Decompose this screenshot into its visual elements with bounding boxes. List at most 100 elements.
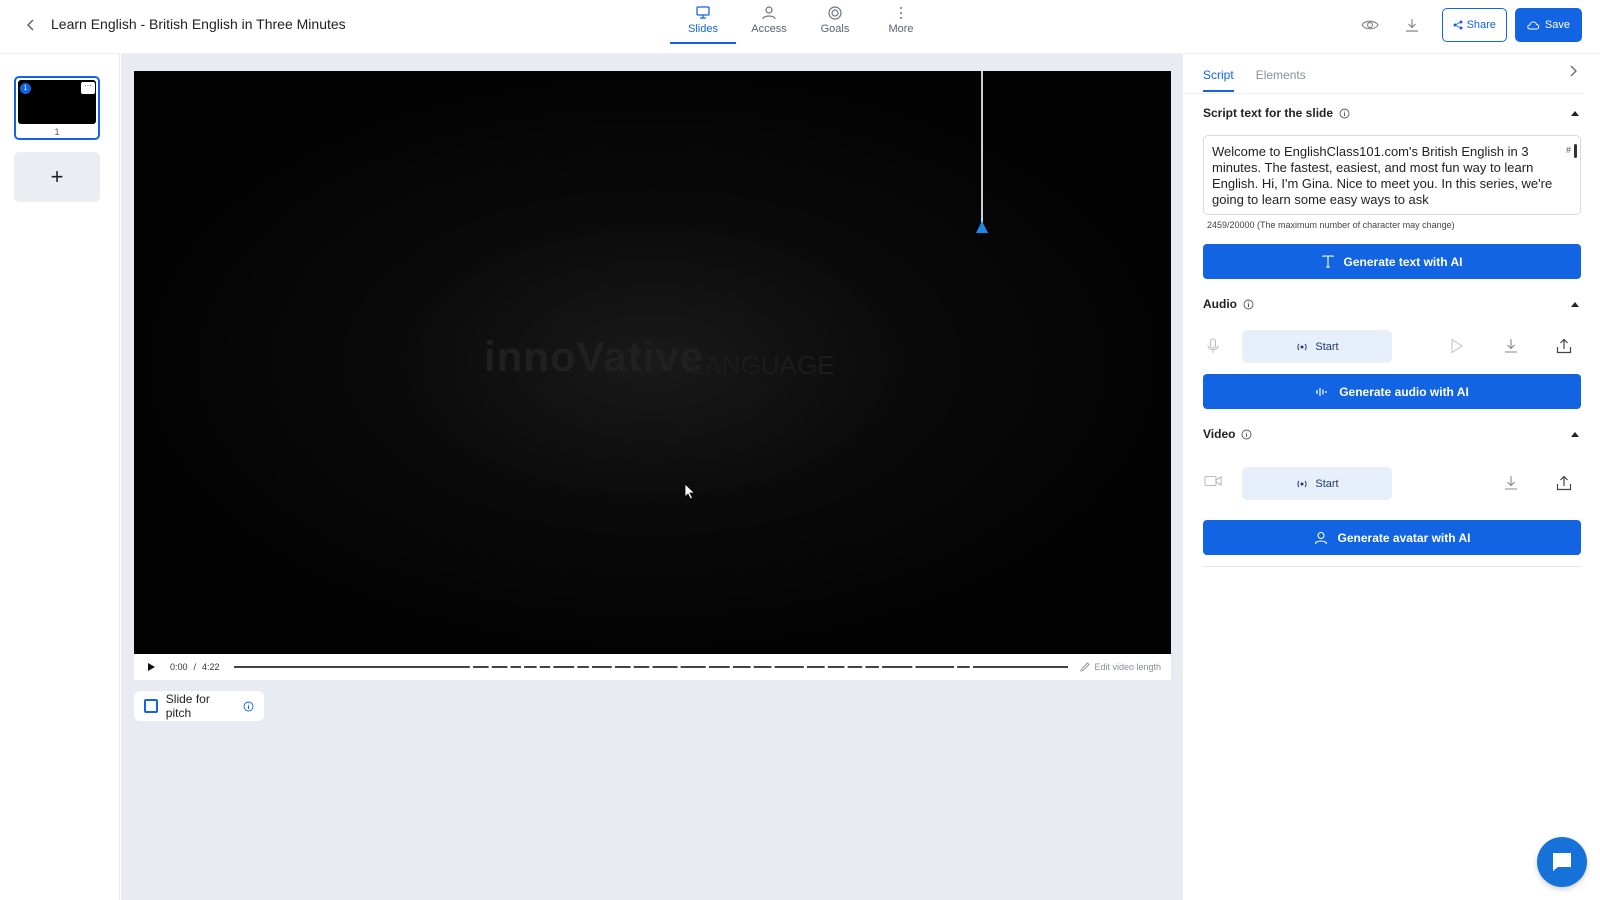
- upload-icon[interactable]: [1556, 475, 1572, 491]
- panel-tabs: Script Elements: [1203, 68, 1328, 92]
- scrollbar[interactable]: [1574, 144, 1577, 158]
- save-button[interactable]: Save: [1514, 8, 1582, 42]
- slides-panel: 1 ··· 1 +: [0, 54, 120, 900]
- pendulum-string: [981, 71, 983, 223]
- tab-slides-label: Slides: [688, 23, 718, 35]
- download-icon[interactable]: [1504, 475, 1518, 491]
- generate-avatar-label: Generate avatar with AI: [1337, 530, 1471, 545]
- panel-divider: [1203, 566, 1581, 567]
- preview-button[interactable]: [1354, 8, 1386, 42]
- upload-icon[interactable]: [1556, 338, 1572, 354]
- current-time: 0:00: [170, 662, 188, 672]
- download-button[interactable]: [1396, 8, 1428, 42]
- slide-thumbnail[interactable]: 1 ··· 1: [14, 76, 100, 140]
- edit-video-length-button[interactable]: Edit video length: [1080, 662, 1161, 672]
- duration: 4:22: [202, 662, 220, 672]
- info-icon[interactable]: [1241, 429, 1252, 440]
- play-button[interactable]: [144, 660, 158, 674]
- slide-for-pitch-checkbox[interactable]: [144, 699, 158, 713]
- pencil-icon: [1080, 662, 1091, 672]
- generate-text-label: Generate text with AI: [1343, 254, 1463, 269]
- hash-icon[interactable]: #: [1566, 142, 1571, 158]
- tab-access[interactable]: Access: [736, 6, 802, 44]
- download-icon: [1405, 19, 1418, 32]
- collapse-panel-button[interactable]: [1568, 64, 1578, 83]
- slide-for-pitch-label: Slide for pitch: [165, 692, 210, 720]
- video-logo-primary: innoVative: [484, 333, 705, 380]
- script-panel: Script Elements Script text for the slid…: [1184, 54, 1600, 900]
- video-player[interactable]: innoVative LANGUAGE: [134, 71, 1171, 654]
- video-section-label: Video: [1203, 427, 1236, 441]
- character-count: 2459/20000 (The maximum number of charac…: [1207, 220, 1455, 230]
- slide-badge: 1: [20, 83, 31, 94]
- script-textarea[interactable]: Welcome to EnglishClass101.com's British…: [1203, 135, 1581, 215]
- presentation-icon: [696, 6, 710, 19]
- cloud-upload-icon: [1527, 21, 1540, 30]
- main-nav: Slides Access Goals More: [670, 6, 934, 44]
- audio-controls-row: Start: [1203, 330, 1581, 364]
- slide-for-pitch: Slide for pitch: [134, 691, 264, 721]
- pendulum-weight: [976, 221, 988, 233]
- tab-more[interactable]: More: [868, 6, 934, 44]
- text-icon: [1321, 255, 1334, 268]
- generate-text-button[interactable]: Generate text with AI: [1203, 244, 1581, 279]
- video-controls-row: Start: [1203, 467, 1581, 501]
- top-actions: Share Save: [1344, 8, 1582, 42]
- download-icon[interactable]: [1504, 338, 1518, 354]
- audio-section-toggle[interactable]: [1571, 302, 1579, 307]
- chevron-right-icon: [1570, 65, 1577, 77]
- timeline-markers: [469, 665, 973, 669]
- avatar-icon: [1314, 531, 1327, 544]
- target-icon: [828, 6, 842, 20]
- broadcast-icon: [1297, 480, 1307, 487]
- info-icon[interactable]: [1339, 108, 1350, 119]
- audio-section-label: Audio: [1203, 297, 1237, 311]
- slide-menu-button[interactable]: ···: [81, 82, 95, 94]
- audio-wave-icon: [1316, 387, 1327, 396]
- video-section-title: Video: [1203, 427, 1252, 441]
- play-icon[interactable]: [1450, 338, 1464, 354]
- audio-section-title: Audio: [1203, 297, 1254, 311]
- tab-access-label: Access: [751, 23, 787, 35]
- video-logo-secondary: LANGUAGE: [690, 350, 835, 380]
- tab-more-label: More: [888, 23, 914, 35]
- video-controls: 0:00 / 4:22 Edit video length: [134, 654, 1171, 680]
- share-label: Share: [1466, 19, 1496, 31]
- video-start-button[interactable]: Start: [1242, 467, 1392, 500]
- generate-avatar-button[interactable]: Generate avatar with AI: [1203, 520, 1581, 555]
- generate-audio-label: Generate audio with AI: [1339, 384, 1469, 399]
- tab-script[interactable]: Script: [1203, 68, 1234, 92]
- chat-icon: [1553, 853, 1571, 871]
- script-text: Welcome to EnglishClass101.com's British…: [1212, 144, 1553, 207]
- info-icon[interactable]: [1243, 299, 1254, 310]
- tab-goals[interactable]: Goals: [802, 6, 868, 44]
- broadcast-icon: [1297, 343, 1307, 350]
- play-icon: [147, 663, 155, 671]
- chat-support-button[interactable]: [1537, 837, 1587, 887]
- video-section-toggle[interactable]: [1571, 432, 1579, 437]
- info-icon[interactable]: [243, 701, 254, 712]
- video-camera-icon[interactable]: [1204, 475, 1222, 487]
- eye-icon: [1360, 20, 1379, 30]
- back-button[interactable]: [20, 14, 42, 36]
- more-vertical-icon: [900, 7, 902, 19]
- generate-audio-button[interactable]: Generate audio with AI: [1203, 374, 1581, 409]
- timeline-scrubber[interactable]: [233, 665, 1069, 669]
- page-title: Learn English - British English in Three…: [51, 16, 346, 32]
- microphone-icon[interactable]: [1207, 338, 1219, 354]
- share-button[interactable]: Share: [1441, 8, 1507, 42]
- script-section-title: Script text for the slide: [1203, 106, 1350, 120]
- user-icon: [762, 6, 776, 20]
- add-slide-button[interactable]: +: [14, 152, 100, 202]
- audio-start-button[interactable]: Start: [1242, 330, 1392, 363]
- share-icon: [1453, 20, 1463, 30]
- tab-slides[interactable]: Slides: [670, 6, 736, 44]
- tab-goals-label: Goals: [820, 23, 850, 35]
- script-section-label: Script text for the slide: [1203, 106, 1334, 120]
- top-bar: Learn English - British English in Three…: [0, 0, 1600, 54]
- script-section-toggle[interactable]: [1571, 111, 1579, 116]
- save-label: Save: [1544, 19, 1570, 31]
- slide-number: 1: [54, 127, 60, 137]
- audio-start-label: Start: [1315, 340, 1339, 353]
- tab-elements[interactable]: Elements: [1256, 68, 1306, 92]
